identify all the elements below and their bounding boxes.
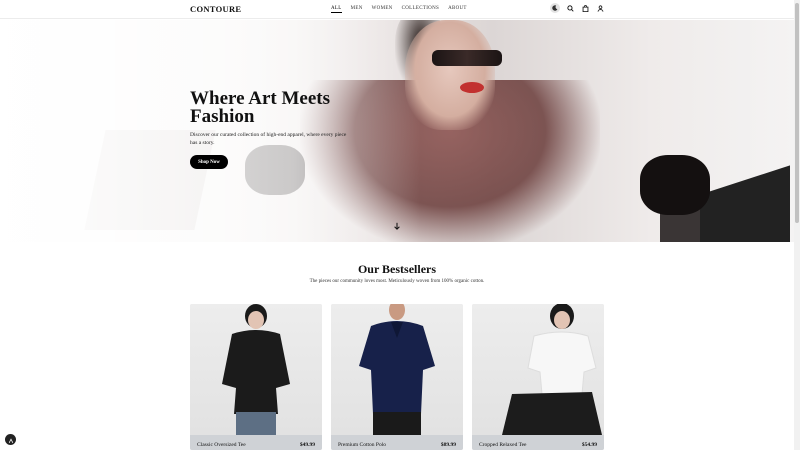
search-icon[interactable] xyxy=(565,3,575,13)
assistant-icon xyxy=(8,431,14,449)
hero-title: Where Art Meets Fashion xyxy=(190,88,330,127)
product-name: Classic Oversized Tee xyxy=(197,442,246,448)
product-image xyxy=(472,304,604,435)
bestsellers-title: Our Bestsellers xyxy=(357,262,437,276)
hero-image-sunglasses xyxy=(432,50,502,66)
product-image xyxy=(331,304,463,435)
site-header: CONTOURE ALL MEN WOMEN COLLECTIONS ABOUT xyxy=(0,0,794,19)
hero-image-lips xyxy=(460,82,484,93)
product-card-cropped-relaxed-tee[interactable]: Cropped Relaxed Tee $54.99 xyxy=(472,304,604,450)
nav-item-women[interactable]: WOMEN xyxy=(372,6,393,13)
product-price: $89.99 xyxy=(440,442,456,448)
nav-item-men[interactable]: MEN xyxy=(351,6,363,13)
hero-image-bag-right xyxy=(700,165,790,242)
scroll-down-icon[interactable] xyxy=(393,222,401,230)
page-scrollbar[interactable] xyxy=(794,0,800,450)
nav-item-about[interactable]: ABOUT xyxy=(448,6,467,13)
hero-description: Discover our curated collection of high-… xyxy=(190,132,347,146)
product-price: $49.99 xyxy=(299,442,315,448)
hero-image-glove-right xyxy=(640,155,710,215)
product-image xyxy=(190,304,322,435)
hero-banner: Where Art Meets Fashion Discover our cur… xyxy=(0,20,794,242)
main-nav: ALL MEN WOMEN COLLECTIONS ABOUT xyxy=(331,6,467,13)
product-card-premium-cotton-polo[interactable]: Premium Cotton Polo $89.99 xyxy=(331,304,463,450)
theme-toggle-icon[interactable] xyxy=(550,3,560,13)
header-actions xyxy=(550,3,605,13)
nav-item-all[interactable]: ALL xyxy=(331,6,342,13)
floating-action-button[interactable] xyxy=(5,434,16,445)
product-name: Cropped Relaxed Tee xyxy=(479,442,527,448)
shop-now-button[interactable]: Shop Now xyxy=(190,155,228,169)
nav-item-collections[interactable]: COLLECTIONS xyxy=(402,6,439,13)
product-card-classic-oversized-tee[interactable]: Classic Oversized Tee $49.99 xyxy=(190,304,322,450)
scrollbar-thumb[interactable] xyxy=(795,3,799,223)
user-icon[interactable] xyxy=(595,3,605,13)
product-price: $54.99 xyxy=(581,442,597,448)
product-name: Premium Cotton Polo xyxy=(338,442,386,448)
shopping-bag-icon[interactable] xyxy=(580,3,590,13)
brand-logo[interactable]: CONTOURE xyxy=(190,4,241,14)
bestsellers-subtitle: The pieces our community loves most. Met… xyxy=(309,279,485,284)
